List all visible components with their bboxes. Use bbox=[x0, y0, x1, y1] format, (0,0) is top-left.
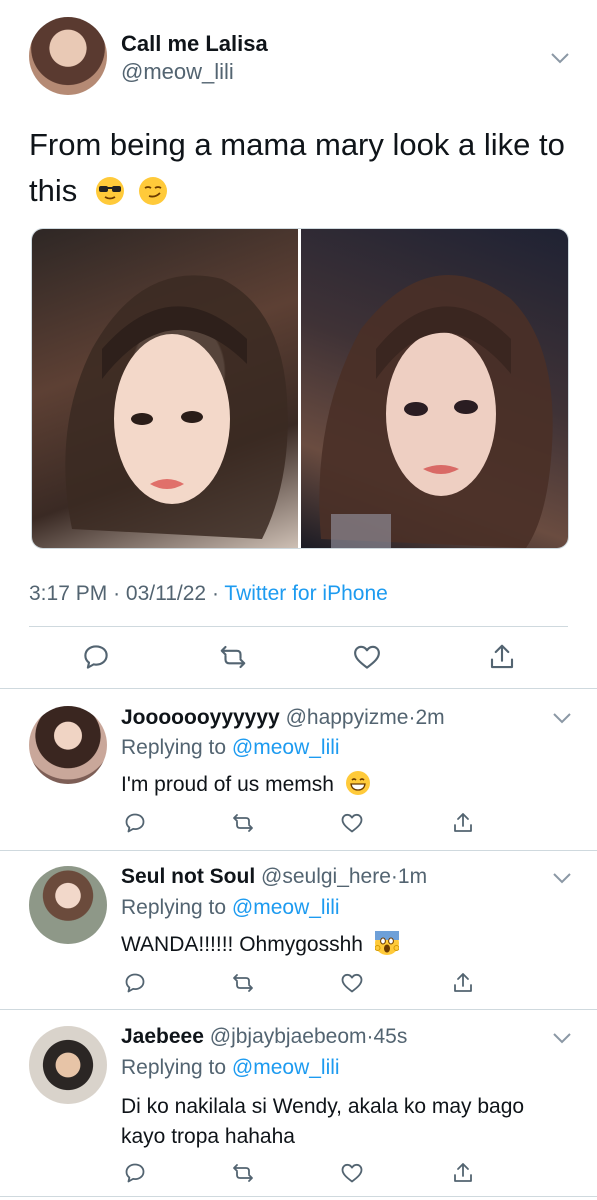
reply-header: Jaebeee @jbjaybjaebeom·45s bbox=[121, 1025, 407, 1049]
media-grid[interactable] bbox=[31, 228, 569, 549]
chevron-down-icon[interactable] bbox=[552, 871, 572, 885]
author-display-name[interactable]: Call me Lalisa bbox=[121, 31, 268, 57]
tweet-date[interactable]: 03/11/22 bbox=[126, 582, 206, 605]
divider bbox=[0, 1009, 597, 1010]
replying-to-label: Replying to bbox=[121, 736, 227, 759]
reply-age: 45s bbox=[373, 1025, 408, 1048]
replying-to-link[interactable]: @meow_lili bbox=[232, 896, 340, 919]
share-icon[interactable] bbox=[451, 971, 475, 995]
reply-age: 2m bbox=[415, 706, 445, 729]
like-icon[interactable] bbox=[340, 1161, 364, 1185]
reply-age: 1m bbox=[397, 865, 428, 888]
replying-to-label: Replying to bbox=[121, 896, 227, 919]
tweet-time[interactable]: 3:17 PM bbox=[29, 582, 107, 605]
replying-to-line: Replying to @meow_lili bbox=[121, 736, 340, 760]
reply-text: I'm proud of us memsh bbox=[121, 771, 370, 797]
reply-header: Jooooooyyyyyy @happyizme·2m bbox=[121, 706, 445, 730]
reply-icon[interactable] bbox=[81, 642, 111, 672]
share-icon[interactable] bbox=[451, 811, 475, 835]
reply-handle[interactable]: @seulgi_here bbox=[261, 865, 391, 888]
share-icon[interactable] bbox=[487, 642, 517, 672]
reply-text: Di ko nakilala si Wendy, akala ko may ba… bbox=[121, 1092, 524, 1152]
reply-separator: · bbox=[366, 1025, 374, 1048]
meta-separator: · bbox=[211, 582, 219, 605]
like-icon[interactable] bbox=[352, 642, 382, 672]
retweet-icon[interactable] bbox=[231, 811, 255, 835]
like-icon[interactable] bbox=[340, 811, 364, 835]
meta-separator: · bbox=[113, 582, 121, 605]
tweet-text-line-2: this bbox=[29, 168, 589, 214]
reply-avatar[interactable] bbox=[29, 1026, 107, 1104]
retweet-icon[interactable] bbox=[231, 971, 255, 995]
reply-text: WANDA!!!!!! Ohmygosshh bbox=[121, 931, 399, 957]
divider bbox=[0, 850, 597, 851]
reply-handle[interactable]: @jbjaybjaebeom bbox=[210, 1025, 367, 1048]
divider bbox=[0, 688, 597, 689]
reply-display-name[interactable]: Jooooooyyyyyy bbox=[121, 706, 280, 729]
reply-text-line-2: kayo tropa hahaha bbox=[121, 1125, 295, 1148]
replying-to-link[interactable]: @meow_lili bbox=[232, 1056, 340, 1079]
sunglasses-emoji bbox=[95, 177, 124, 205]
reply-display-name[interactable]: Jaebeee bbox=[121, 1025, 204, 1048]
author-avatar[interactable] bbox=[29, 17, 107, 95]
smirk-emoji bbox=[138, 177, 167, 205]
divider bbox=[29, 626, 568, 627]
reply-icon[interactable] bbox=[123, 811, 147, 835]
chevron-down-icon[interactable] bbox=[552, 711, 572, 725]
share-icon[interactable] bbox=[451, 1161, 475, 1185]
retweet-icon[interactable] bbox=[218, 642, 248, 672]
chevron-down-icon[interactable] bbox=[550, 51, 570, 65]
reply-handle[interactable]: @happyizme bbox=[286, 706, 409, 729]
tweet-text: From being a mama mary look a like to th… bbox=[29, 122, 589, 214]
replying-to-label: Replying to bbox=[121, 1056, 227, 1079]
reply-text-line-1: Di ko nakilala si Wendy, akala ko may ba… bbox=[121, 1095, 525, 1118]
reply-avatar[interactable] bbox=[29, 866, 107, 944]
grinning-emoji bbox=[345, 771, 370, 795]
media-photo-1[interactable] bbox=[32, 229, 298, 548]
reply-icon[interactable] bbox=[123, 971, 147, 995]
screaming-emoji bbox=[374, 931, 399, 955]
reply-icon[interactable] bbox=[123, 1161, 147, 1185]
tweet-source-link[interactable]: Twitter for iPhone bbox=[224, 582, 387, 605]
tweet-text-line-1: From being a mama mary look a like to bbox=[29, 127, 565, 162]
replying-to-line: Replying to @meow_lili bbox=[121, 1056, 340, 1080]
tweet-meta: 3:17 PM · 03/11/22 · Twitter for iPhone bbox=[29, 582, 388, 606]
reply-avatar[interactable] bbox=[29, 706, 107, 784]
replying-to-link[interactable]: @meow_lili bbox=[232, 736, 340, 759]
replying-to-line: Replying to @meow_lili bbox=[121, 896, 340, 920]
like-icon[interactable] bbox=[340, 971, 364, 995]
reply-separator: · bbox=[390, 865, 398, 888]
reply-header: Seul not Soul @seulgi_here·1m bbox=[121, 865, 427, 889]
author-handle[interactable]: @meow_lili bbox=[121, 59, 234, 85]
divider bbox=[0, 1196, 597, 1197]
retweet-icon[interactable] bbox=[231, 1161, 255, 1185]
chevron-down-icon[interactable] bbox=[552, 1031, 572, 1045]
reply-display-name[interactable]: Seul not Soul bbox=[121, 865, 255, 888]
media-photo-2[interactable] bbox=[301, 229, 568, 548]
